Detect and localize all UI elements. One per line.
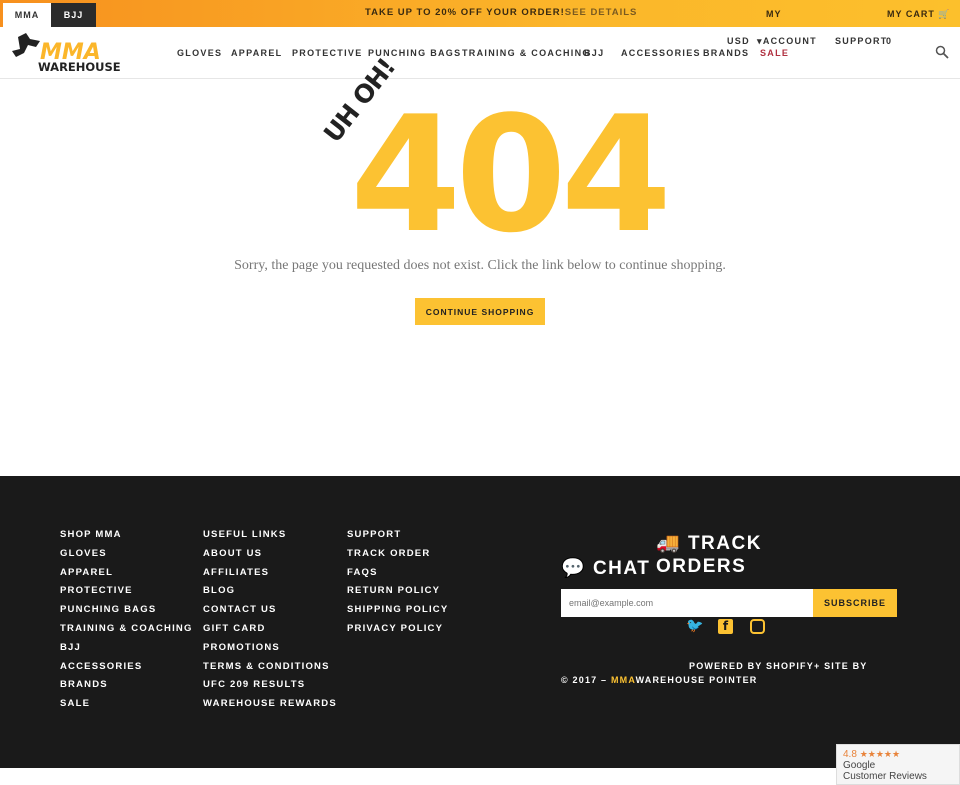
footer-link[interactable]: BLOG [203, 585, 337, 604]
footer-col-shop: SHOP MMA GLOVES APPAREL PROTECTIVE PUNCHING … [60, 529, 193, 717]
footer-link[interactable]: PRIVACY POLICY [347, 623, 448, 642]
google-reviews-badge[interactable]: 4.8 ★★★★★ Google Customer Reviews [836, 744, 960, 785]
truck-icon: 🚚 [656, 533, 682, 554]
badge-google: Google [843, 760, 876, 771]
rating: 4.8 [843, 749, 857, 760]
promo-bar: MMA BJJ TAKE UP TO 20% OFF YOUR ORDER!SE… [0, 0, 960, 27]
see-details-link[interactable]: SEE DETAILS [565, 7, 638, 18]
subscribe-button[interactable]: SUBSCRIBE [813, 589, 897, 617]
cart-link[interactable]: MY CART 🛒 [887, 9, 951, 20]
nav-accessories[interactable]: ACCESSORIES [621, 48, 701, 58]
track-label: TRACK [687, 533, 762, 554]
logo[interactable]: MMA WAREHOUSE [10, 31, 126, 73]
nav-bjj[interactable]: BJJ [584, 48, 604, 58]
account-link[interactable]: ▾ACCOUNT [757, 36, 817, 47]
footer-link[interactable]: RETURN POLICY [347, 585, 448, 604]
footer-link[interactable]: TRACK ORDER [347, 548, 448, 567]
badge-reviews: Customer Reviews [843, 771, 927, 782]
orders-label[interactable]: ORDERS [656, 556, 746, 578]
tab-mma[interactable]: MMA [3, 3, 51, 27]
footer-col-title: SUPPORT [347, 529, 402, 540]
copyright-prefix: © 2017 – [561, 675, 608, 685]
track-orders-link[interactable]: 🚚 TRACK [656, 531, 762, 555]
footer-link[interactable]: PROTECTIVE [60, 585, 193, 604]
nav-brands[interactable]: BRANDS [703, 48, 749, 58]
search-icon[interactable] [935, 45, 949, 59]
chat-icon: 💬 [561, 558, 587, 579]
nav-gloves[interactable]: GLOVES [177, 48, 222, 58]
footer-link[interactable]: CONTACT US [203, 604, 337, 623]
footer-link[interactable]: SHIPPING POLICY [347, 604, 448, 623]
email-input[interactable] [561, 589, 813, 617]
footer-link[interactable]: TRAINING & COACHING [60, 623, 193, 642]
my-account-link[interactable]: MY [766, 9, 782, 19]
footer-link[interactable]: PUNCHING BAGS [60, 604, 193, 623]
footer-link[interactable]: AFFILIATES [203, 567, 337, 586]
footer-col-links: USEFUL LINKS ABOUT US AFFILIATES BLOG CONTAC… [203, 529, 337, 717]
chat-link[interactable]: 💬 CHAT [561, 556, 650, 580]
footer-link[interactable]: ABOUT US [203, 548, 337, 567]
facebook-icon[interactable]: f [718, 619, 733, 634]
continue-shopping-button[interactable]: CONTINUE SHOPPING [415, 298, 545, 325]
promo-message: TAKE UP TO 20% OFF YOUR ORDER!SEE DETAIL… [365, 7, 637, 18]
footer-col-title: SHOP MMA [60, 529, 122, 540]
twitter-icon[interactable]: 🐦 [686, 618, 704, 636]
footer-link[interactable]: PROMOTIONS [203, 642, 337, 661]
nav-sale[interactable]: SALE [760, 48, 789, 58]
footer: SHOP MMA GLOVES APPAREL PROTECTIVE PUNCHING … [0, 476, 960, 768]
footer-link[interactable]: GLOVES [60, 548, 193, 567]
error-code: 404 [350, 81, 672, 268]
cart-icon: 🛒 [938, 9, 951, 19]
svg-text:WAREHOUSE: WAREHOUSE [38, 60, 121, 73]
copyright-rest: WAREHOUSE POINTER [635, 675, 758, 685]
footer-link[interactable]: TERMS & CONDITIONS [203, 661, 337, 680]
footer-link[interactable]: FAQS [347, 567, 448, 586]
footer-link[interactable]: UFC 209 RESULTS [203, 679, 337, 698]
footer-col-title: USEFUL LINKS [203, 529, 287, 540]
copyright-brand[interactable]: MMA [611, 675, 636, 685]
cart-label: MY CART [887, 9, 935, 19]
footer-link[interactable]: APPAREL [60, 567, 193, 586]
stars: ★★★★★ [859, 749, 901, 759]
chat-label: CHAT [592, 558, 651, 579]
currency-selector[interactable]: USD [727, 36, 750, 46]
footer-link[interactable]: BJJ [60, 642, 193, 661]
footer-col-support: SUPPORT TRACK ORDER FAQS RETURN POLICY SHIPP… [347, 529, 448, 642]
account-label: ACCOUNT [762, 36, 817, 46]
instagram-icon[interactable] [750, 619, 765, 634]
error-message: Sorry, the page you requested does not e… [234, 258, 726, 273]
copyright: © 2017 – MMAWAREHOUSE POINTER [561, 675, 758, 685]
header: MMA WAREHOUSE GLOVES APPAREL PROTECTIVE … [0, 27, 960, 79]
powered-by: POWERED BY SHOPIFY+ SITE BY [689, 661, 868, 671]
footer-link[interactable]: ACCESSORIES [60, 661, 193, 680]
footer-link[interactable]: SALE [60, 698, 193, 717]
promo-text: TAKE UP TO 20% OFF YOUR ORDER! [365, 7, 565, 18]
tab-bjj[interactable]: BJJ [51, 3, 96, 27]
footer-link[interactable]: GIFT CARD [203, 623, 337, 642]
nav-apparel[interactable]: APPAREL [231, 48, 282, 58]
cart-count: 0 [886, 36, 893, 46]
support-link[interactable]: SUPPORT [835, 36, 888, 46]
footer-link[interactable]: BRANDS [60, 679, 193, 698]
nav-protective[interactable]: PROTECTIVE [292, 48, 363, 58]
nav-training-coaching[interactable]: TRAINING & COACHING [462, 48, 591, 58]
footer-link[interactable]: WAREHOUSE REWARDS [203, 698, 337, 717]
